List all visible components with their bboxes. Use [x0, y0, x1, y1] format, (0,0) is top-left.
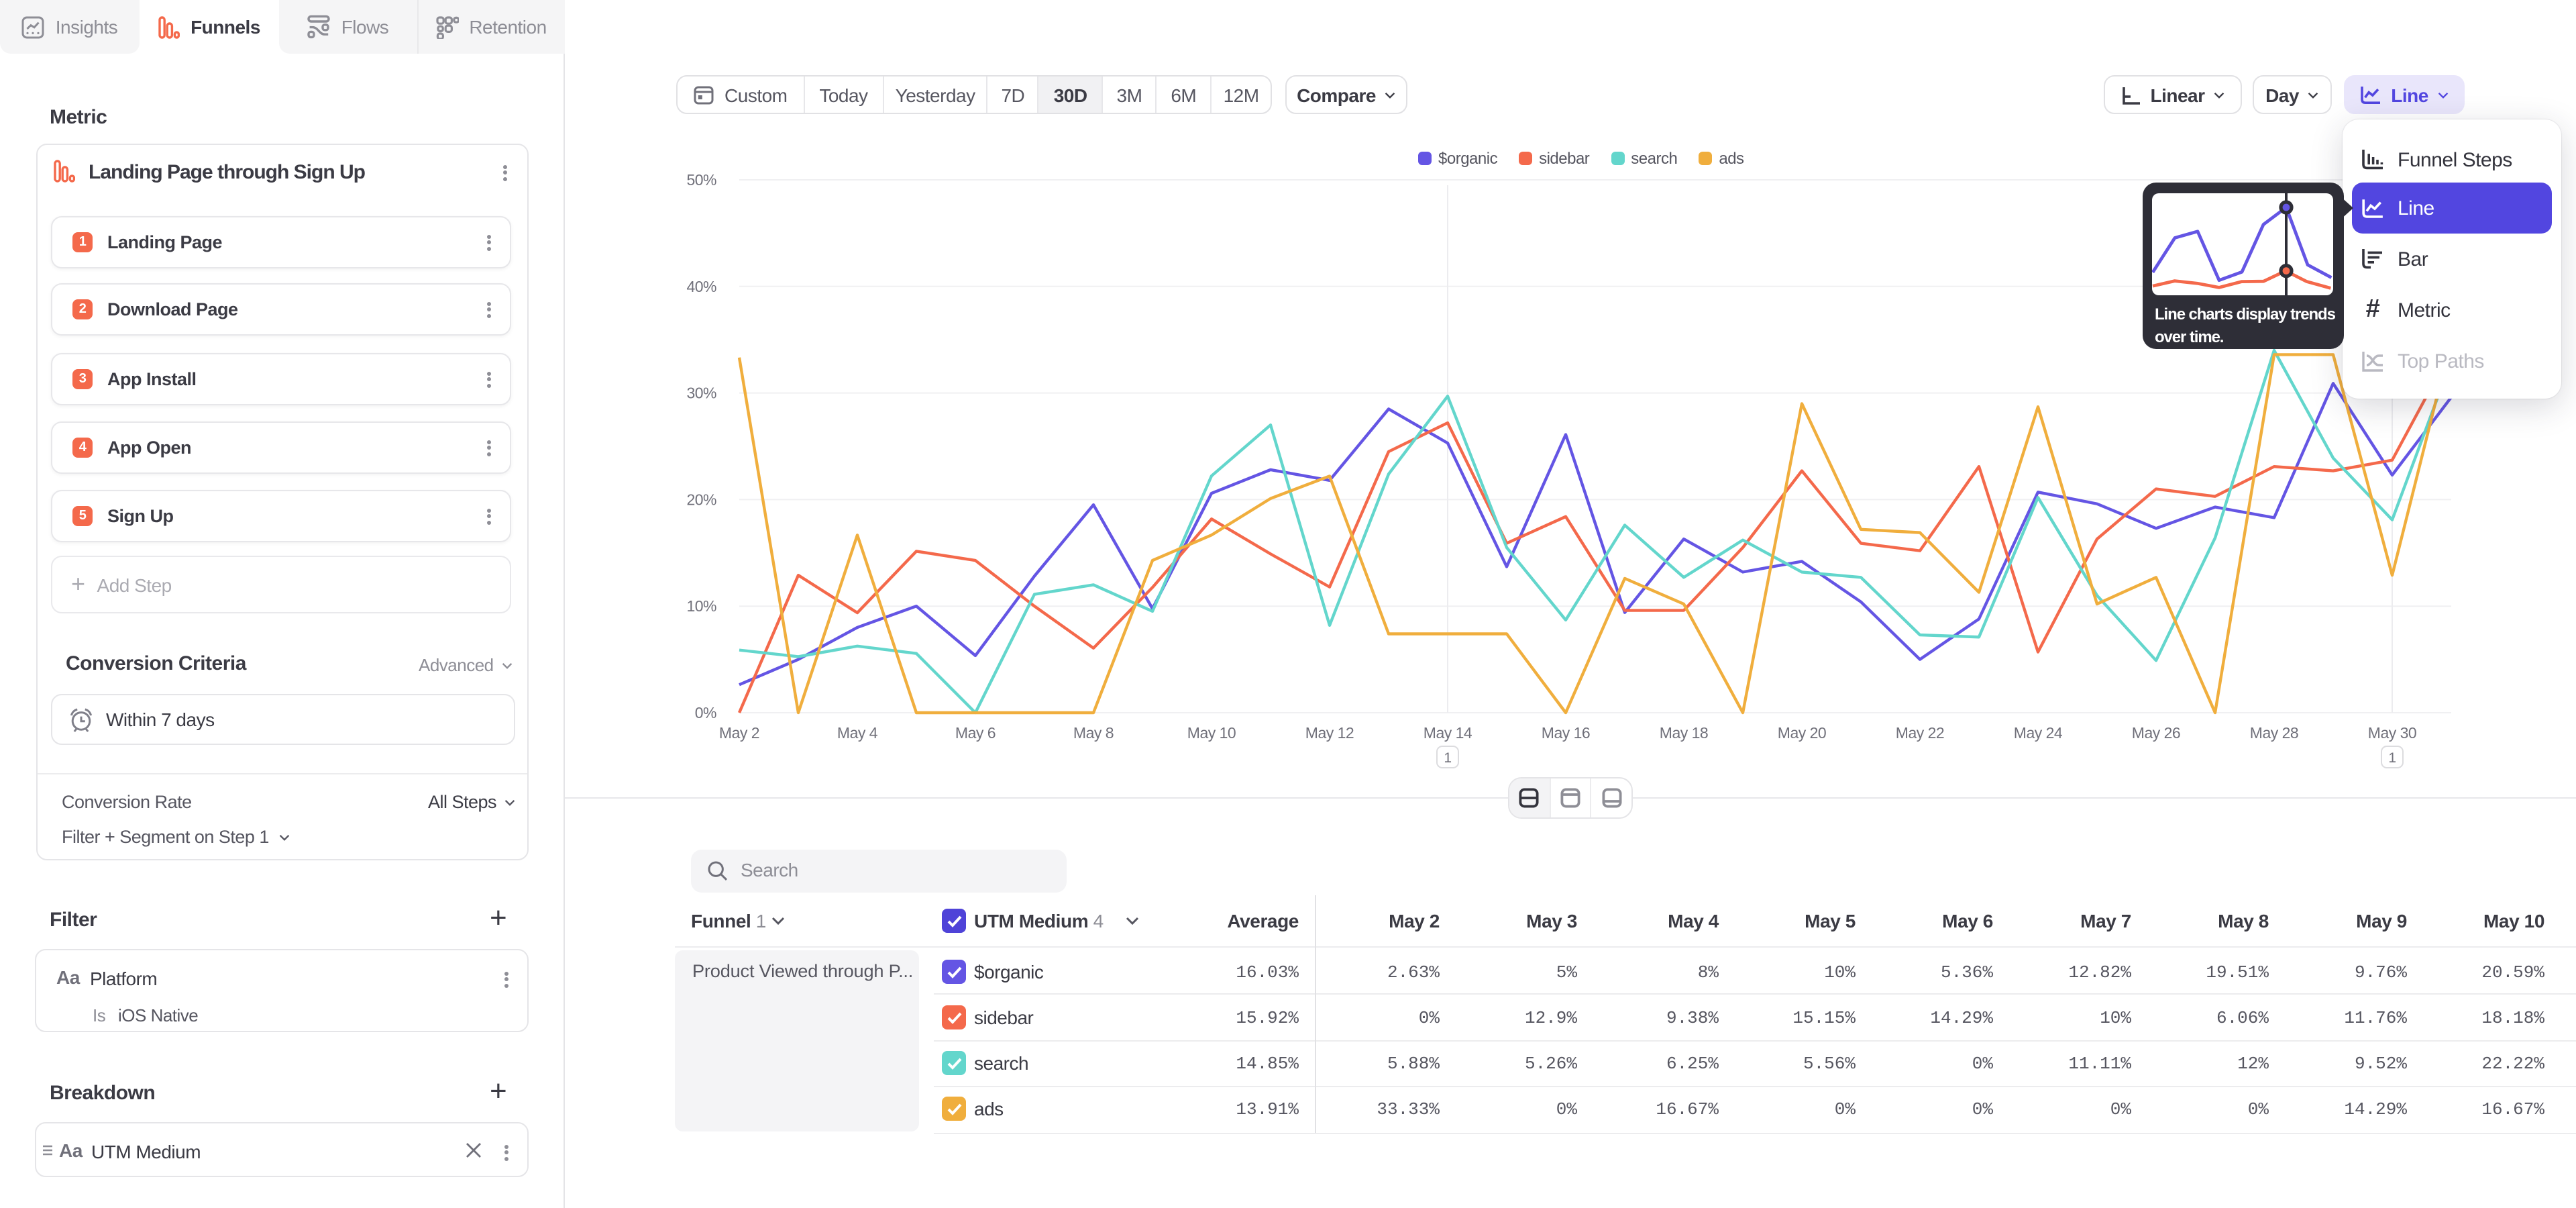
svg-text:May 24: May 24 [2014, 724, 2063, 742]
svg-text:May 10: May 10 [1187, 724, 1236, 742]
svg-text:1: 1 [1444, 750, 1451, 766]
svg-text:May 2: May 2 [719, 724, 759, 742]
svg-text:May 6: May 6 [955, 724, 996, 742]
svg-text:30%: 30% [686, 385, 716, 402]
svg-text:May 26: May 26 [2132, 724, 2180, 742]
svg-text:May 20: May 20 [1778, 724, 1826, 742]
svg-text:May 22: May 22 [1896, 724, 1944, 742]
svg-text:40%: 40% [686, 278, 716, 295]
svg-text:20%: 20% [686, 491, 716, 508]
svg-text:1: 1 [2388, 750, 2396, 766]
svg-text:May 8: May 8 [1073, 724, 1114, 742]
svg-text:May 4: May 4 [837, 724, 878, 742]
svg-text:50%: 50% [686, 171, 716, 189]
svg-text:10%: 10% [686, 597, 716, 615]
svg-text:May 28: May 28 [2250, 724, 2298, 742]
svg-text:May 18: May 18 [1660, 724, 1708, 742]
svg-text:May 12: May 12 [1305, 724, 1354, 742]
svg-text:May 16: May 16 [1542, 724, 1590, 742]
svg-text:May 30: May 30 [2368, 724, 2416, 742]
svg-text:0%: 0% [695, 704, 716, 721]
svg-text:May 14: May 14 [1424, 724, 1472, 742]
